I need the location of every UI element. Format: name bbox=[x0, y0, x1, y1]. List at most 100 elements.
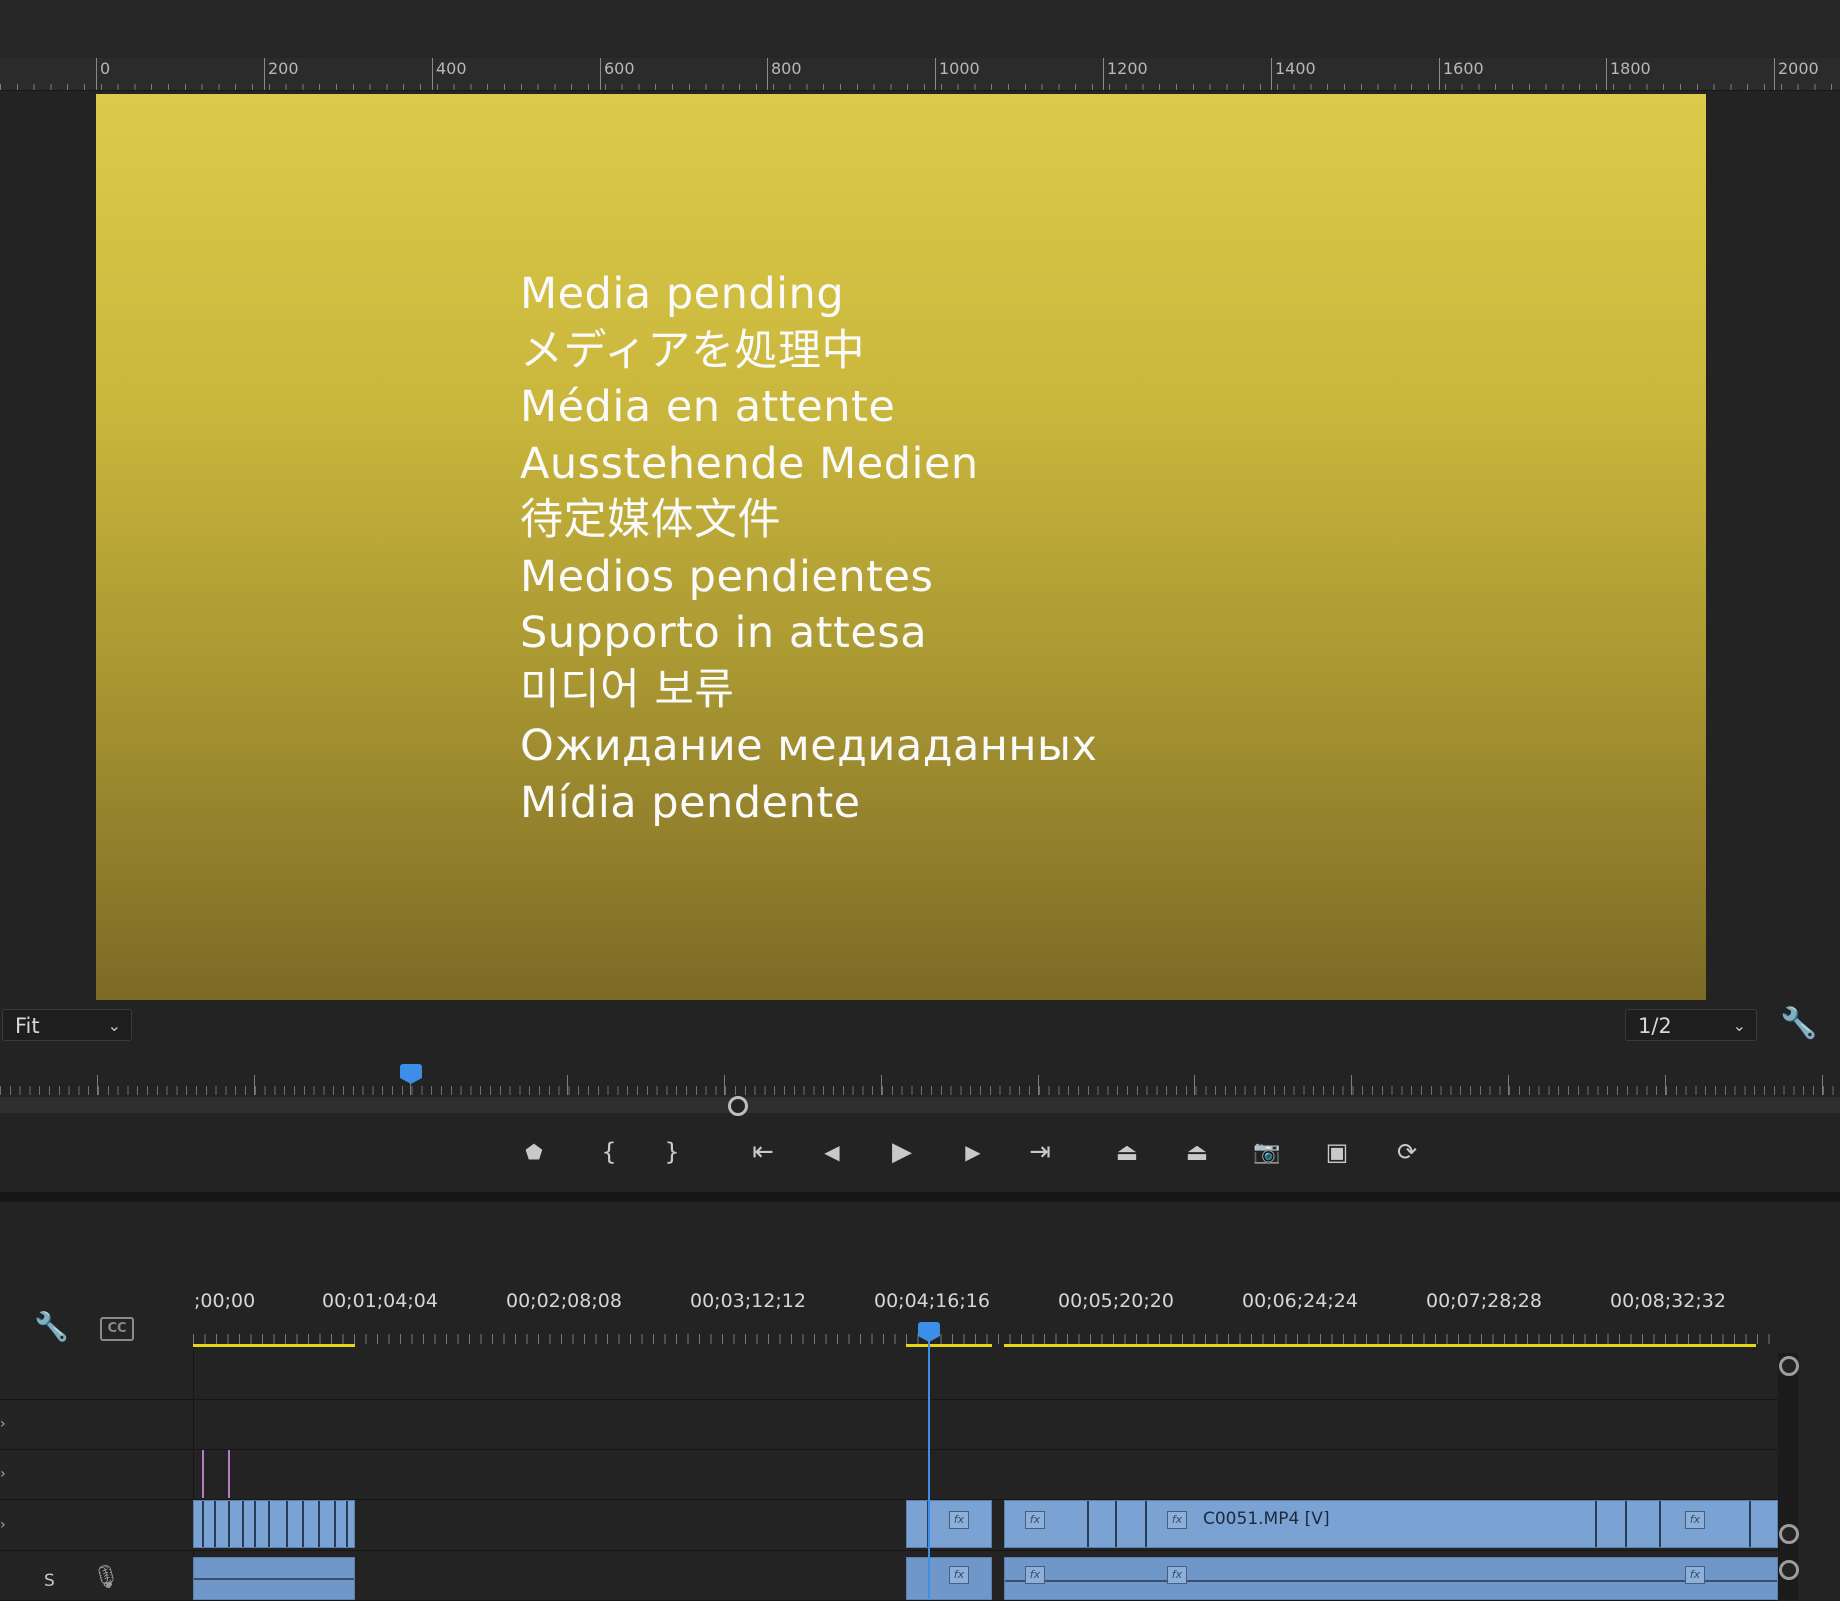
render-bar-segment bbox=[193, 1344, 355, 1347]
comparison-view-button[interactable]: ▣ bbox=[1315, 1125, 1359, 1180]
program-preview-frame[interactable]: Media pending メディアを処理中 Média en attente … bbox=[96, 94, 1706, 1000]
pending-line: Ausstehende Medien bbox=[520, 438, 979, 489]
extract-icon: ⏏ bbox=[1185, 1138, 1209, 1166]
ruler-timecode: 00;03;12;12 bbox=[690, 1290, 806, 1312]
fx-badge: fx bbox=[949, 1566, 969, 1584]
timeline-ruler[interactable] bbox=[193, 1330, 1778, 1344]
fx-badge: fx bbox=[1025, 1511, 1045, 1529]
fx-badge: fx bbox=[949, 1511, 969, 1529]
pending-line: Media pending bbox=[520, 269, 845, 319]
audio-clip[interactable] bbox=[193, 1557, 355, 1600]
step-back-button[interactable]: ◀ bbox=[810, 1125, 854, 1180]
monitor-settings-wrench-icon[interactable]: 🔧 bbox=[1780, 1006, 1817, 1041]
track-row: › bbox=[0, 1450, 1778, 1500]
ruler-label: 800 bbox=[771, 59, 802, 78]
pending-line: Supporto in attesa bbox=[520, 608, 928, 658]
track-height-handle[interactable] bbox=[1779, 1524, 1799, 1544]
go-to-out-button[interactable]: ⇥ bbox=[1018, 1125, 1062, 1180]
expand-track-icon[interactable]: › bbox=[0, 1466, 6, 1482]
track-row: › bbox=[0, 1400, 1778, 1450]
ruler-timecode: 00;02;08;08 bbox=[506, 1290, 622, 1312]
video-clip[interactable] bbox=[193, 1500, 355, 1548]
monitor-control-row bbox=[0, 1000, 1840, 1050]
mark-out-button[interactable]: } bbox=[650, 1125, 694, 1180]
add-marker-button[interactable]: ⬟ bbox=[512, 1125, 556, 1180]
extract-button[interactable]: ⏏ bbox=[1175, 1125, 1219, 1180]
ruler-label: 1400 bbox=[1275, 59, 1316, 78]
monitor-top-bar bbox=[0, 0, 1840, 58]
audio-clip[interactable]: fx fx fx bbox=[1004, 1557, 1778, 1600]
zoom-handle[interactable] bbox=[728, 1096, 748, 1116]
media-pending-message: Media pending メディアを処理中 Média en attente … bbox=[520, 266, 1097, 831]
step-forward-icon: ▶ bbox=[965, 1140, 981, 1164]
ruler-label: 2000 bbox=[1778, 59, 1819, 78]
solo-track-button[interactable]: S bbox=[44, 1571, 55, 1591]
play-button[interactable]: ▶ bbox=[880, 1125, 924, 1180]
lift-icon: ⏏ bbox=[1115, 1138, 1139, 1166]
timeline-playhead-line[interactable] bbox=[928, 1340, 930, 1600]
pending-line: Ожидание медиаданных bbox=[520, 721, 1098, 771]
zoom-level-select[interactable]: Fit ⌄ bbox=[2, 1009, 132, 1041]
fx-badge: fx bbox=[1685, 1511, 1705, 1529]
pending-line: Medios pendientes bbox=[520, 551, 934, 602]
playback-resolution-value: 1/2 bbox=[1638, 1014, 1672, 1038]
marker-icon: ⬟ bbox=[525, 1140, 543, 1164]
render-bar-segment bbox=[1004, 1344, 1756, 1347]
go-to-out-icon: ⇥ bbox=[1029, 1137, 1051, 1167]
ruler-timecode: 00;05;20;20 bbox=[1058, 1290, 1174, 1312]
go-to-in-icon: ⇤ bbox=[752, 1137, 774, 1167]
ruler-timecode: 00;01;04;04 bbox=[322, 1290, 438, 1312]
step-forward-button[interactable]: ▶ bbox=[951, 1125, 995, 1180]
transport-controls: ⬟ { } ⇤ ◀ ▶ ▶ ⇥ ⏏ ⏏ 📷 ▣ ⟳ bbox=[0, 1125, 1840, 1180]
ruler-timecode: 00;04;16;16 bbox=[874, 1290, 990, 1312]
monitor-ruler: 0 200 400 600 800 1000 1200 1400 1600 18… bbox=[0, 58, 1840, 91]
ruler-timecode: ;00;00 bbox=[194, 1290, 256, 1312]
video-clip[interactable]: fx bbox=[906, 1500, 992, 1548]
expand-track-icon[interactable]: › bbox=[0, 1517, 6, 1533]
ruler-timecode: 00;07;28;28 bbox=[1426, 1290, 1542, 1312]
pending-line: 미디어 보류 bbox=[520, 664, 735, 715]
go-to-in-button[interactable]: ⇤ bbox=[741, 1125, 785, 1180]
panel-divider[interactable] bbox=[0, 1192, 1840, 1202]
monitor-mini-timeline[interactable] bbox=[0, 1055, 1840, 1095]
marker-line bbox=[228, 1450, 230, 1498]
play-icon: ▶ bbox=[892, 1137, 912, 1167]
fx-badge: fx bbox=[1685, 1566, 1705, 1584]
ruler-label: 1200 bbox=[1107, 59, 1148, 78]
ruler-label: 200 bbox=[268, 59, 299, 78]
toggle-proxies-icon: ⟳ bbox=[1396, 1138, 1418, 1166]
scroll-handle-top[interactable] bbox=[1779, 1356, 1799, 1376]
chevron-down-icon: ⌄ bbox=[107, 1016, 121, 1035]
timeline-settings-wrench-icon[interactable]: 🔧 bbox=[34, 1310, 69, 1343]
mark-in-icon: { bbox=[601, 1138, 617, 1166]
fx-badge: fx bbox=[1167, 1511, 1187, 1529]
chevron-down-icon: ⌄ bbox=[1732, 1016, 1746, 1035]
clip-name: C0051.MP4 [V] bbox=[1203, 1509, 1330, 1529]
toggle-proxies-button[interactable]: ⟳ bbox=[1385, 1125, 1429, 1180]
expand-track-icon[interactable]: › bbox=[0, 1416, 6, 1432]
mark-out-icon: } bbox=[664, 1138, 680, 1166]
pending-line: メディアを処理中 bbox=[520, 325, 865, 376]
ruler-label: 1600 bbox=[1443, 59, 1484, 78]
mark-in-button[interactable]: { bbox=[587, 1125, 631, 1180]
monitor-zoom-scrollbar[interactable] bbox=[0, 1097, 1840, 1113]
audio-clip[interactable]: fx bbox=[906, 1557, 992, 1600]
pending-line: Média en attente bbox=[520, 382, 896, 432]
ruler-timecode: 00;06;24;24 bbox=[1242, 1290, 1358, 1312]
microphone-icon[interactable]: 🎙 bbox=[92, 1565, 120, 1590]
render-bar-segment bbox=[906, 1344, 992, 1347]
track-row bbox=[0, 1353, 1778, 1400]
lift-button[interactable]: ⏏ bbox=[1105, 1125, 1149, 1180]
pending-line: 待定媒体文件 bbox=[520, 495, 781, 545]
step-back-icon: ◀ bbox=[824, 1140, 840, 1164]
playback-resolution-select[interactable]: 1/2 ⌄ bbox=[1625, 1009, 1757, 1041]
ruler-label: 1000 bbox=[939, 59, 980, 78]
ruler-label: 1800 bbox=[1610, 59, 1651, 78]
video-clip-c0051[interactable]: fx fx C0051.MP4 [V] fx bbox=[1004, 1500, 1778, 1548]
captions-cc-icon[interactable]: CC bbox=[100, 1317, 134, 1341]
ruler-label: 0 bbox=[100, 59, 111, 78]
fx-badge: fx bbox=[1025, 1566, 1045, 1584]
track-height-handle[interactable] bbox=[1779, 1560, 1799, 1580]
export-frame-button[interactable]: 📷 bbox=[1245, 1125, 1289, 1180]
zoom-level-value: Fit bbox=[15, 1014, 40, 1038]
